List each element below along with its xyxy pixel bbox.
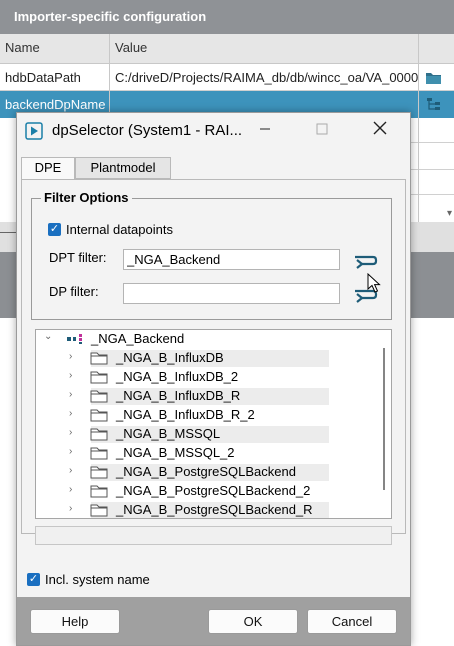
help-button[interactable]: Help <box>30 609 120 634</box>
column-divider <box>109 34 110 118</box>
tree-item[interactable]: › _NGA_B_MSSQL <box>36 425 376 444</box>
chevron-right-icon[interactable]: › <box>69 370 72 381</box>
dp-filter-label: DP filter: <box>49 284 99 299</box>
incl-system-name-checkbox[interactable]: ✓ <box>27 573 40 586</box>
folder-icon <box>90 466 108 479</box>
chevron-right-icon[interactable]: › <box>69 484 72 495</box>
column-divider <box>418 118 419 224</box>
tab-dpe[interactable]: DPE <box>21 157 75 180</box>
column-divider <box>418 34 419 118</box>
table-row[interactable]: hdbDataPath C:/driveD/Projects/RAIMA_db/… <box>0 64 454 91</box>
dp-selector-dialog: dpSelector (System1 - RAI... DPE Plantmo… <box>16 112 411 646</box>
folder-icon <box>90 428 108 441</box>
datapoint-tree[interactable]: ⌄ _NGA_Backend › _NGA_B_InfluxDB › _NGA_… <box>35 329 392 519</box>
close-icon <box>373 121 387 135</box>
tree-item-label: _NGA_B_MSSQL_2 <box>116 445 235 460</box>
tree-item-label: _NGA_Backend <box>91 331 185 346</box>
datapoint-type-icon <box>67 334 82 344</box>
tree-item-label: _NGA_B_MSSQL <box>116 426 221 441</box>
bg-row-fragment <box>410 118 454 143</box>
folder-icon <box>90 485 108 498</box>
tab-plantmodel[interactable]: Plantmodel <box>75 157 171 179</box>
chevron-right-icon[interactable]: › <box>69 446 72 457</box>
table-header-row: Name Value <box>0 34 454 64</box>
tree-item[interactable]: › _NGA_B_PostgreSQLBackend_R <box>36 501 376 518</box>
dpt-filter-input[interactable] <box>123 249 340 270</box>
play-icon <box>25 122 43 140</box>
dialog-title: dpSelector (System1 - RAI... <box>52 122 243 139</box>
folder-icon <box>90 352 108 365</box>
tree-item[interactable]: › _NGA_B_PostgreSQLBackend <box>36 463 376 482</box>
chevron-right-icon[interactable]: › <box>69 351 72 362</box>
folder-icon <box>90 371 108 384</box>
dialog-footer: Help OK Cancel <box>17 597 410 645</box>
minimize-icon <box>260 128 270 130</box>
filter-options-title: Filter Options <box>41 190 132 205</box>
tree-item-label: _NGA_B_PostgreSQLBackend_2 <box>116 483 311 498</box>
cancel-button[interactable]: Cancel <box>307 609 397 634</box>
open-folder-icon[interactable] <box>425 70 443 85</box>
chevron-right-icon[interactable]: › <box>69 427 72 438</box>
tree-item-label: _NGA_B_InfluxDB_R_2 <box>116 407 255 422</box>
minimize-button[interactable] <box>242 115 288 147</box>
close-button[interactable] <box>357 115 403 147</box>
importer-config-header: Importer-specific configuration <box>0 0 454 34</box>
tree-item-label: _NGA_B_InfluxDB <box>116 350 224 365</box>
tree-item-label: _NGA_B_PostgreSQLBackend_R <box>116 502 313 517</box>
tree-item[interactable]: › _NGA_B_InfluxDB_R_2 <box>36 406 376 425</box>
row-value: C:/driveD/Projects/RAIMA_db/db/wincc_oa/… <box>115 70 418 85</box>
chevron-right-icon[interactable]: › <box>69 503 72 514</box>
tree-scrollbar[interactable] <box>383 348 385 490</box>
importer-config-title: Importer-specific configuration <box>14 9 207 24</box>
dialog-titlebar[interactable]: dpSelector (System1 - RAI... <box>17 113 410 149</box>
dpt-filter-label: DPT filter: <box>49 250 107 265</box>
tree-item[interactable]: › _NGA_B_InfluxDB_R <box>36 387 376 406</box>
scroll-down-arrow[interactable]: ▾ <box>447 208 452 219</box>
row-name: hdbDataPath <box>5 70 81 85</box>
tree-item-label: _NGA_B_InfluxDB_R <box>116 388 241 403</box>
column-header-value[interactable]: Value <box>115 40 147 55</box>
maximize-button[interactable] <box>299 115 345 147</box>
tree-item-label: _NGA_B_PostgreSQLBackend <box>116 464 296 479</box>
dp-selector-icon[interactable] <box>426 97 442 112</box>
internal-datapoints-checkbox[interactable]: ✓ <box>48 223 61 236</box>
ok-button[interactable]: OK <box>208 609 298 634</box>
chevron-right-icon[interactable]: › <box>69 465 72 476</box>
column-header-name[interactable]: Name <box>5 40 40 55</box>
bg-row-fragment <box>410 143 454 170</box>
tree-item[interactable]: › _NGA_B_InfluxDB_2 <box>36 368 376 387</box>
tree-item[interactable]: › _NGA_B_MSSQL_2 <box>36 444 376 463</box>
row-name: backendDpName <box>5 97 106 112</box>
tree-item-label: _NGA_B_InfluxDB_2 <box>116 369 239 384</box>
folder-icon <box>90 409 108 422</box>
chevron-down-icon[interactable]: ⌄ <box>44 331 52 342</box>
tree-root-item[interactable]: ⌄ _NGA_Backend <box>36 330 376 349</box>
chevron-right-icon[interactable]: › <box>69 389 72 400</box>
internal-datapoints-label: Internal datapoints <box>66 222 173 237</box>
dp-filter-input[interactable] <box>123 283 340 304</box>
folder-icon <box>90 447 108 460</box>
horizontal-scrollbar[interactable] <box>35 526 392 545</box>
apply-filter-icon[interactable] <box>351 247 379 271</box>
folder-icon <box>90 504 108 517</box>
chevron-right-icon[interactable]: › <box>69 408 72 419</box>
maximize-icon <box>316 123 328 135</box>
bg-row-fragment <box>410 170 454 195</box>
mouse-cursor-icon <box>367 273 381 293</box>
bg-divider <box>0 232 16 233</box>
tree-item[interactable]: › _NGA_B_PostgreSQLBackend_2 <box>36 482 376 501</box>
tree-item[interactable]: › _NGA_B_InfluxDB <box>36 349 376 368</box>
incl-system-name-label: Incl. system name <box>45 572 150 587</box>
folder-icon <box>90 390 108 403</box>
